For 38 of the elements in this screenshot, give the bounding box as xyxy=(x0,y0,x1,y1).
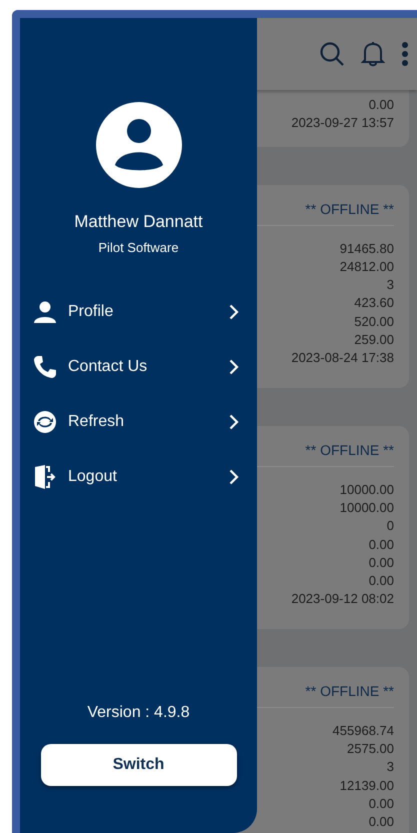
value-text: 12139.00 xyxy=(340,776,394,795)
more-icon[interactable] xyxy=(401,41,409,67)
value-text: 2575.00 xyxy=(347,740,394,758)
value-text: 2023-09-12 08:02 xyxy=(291,590,394,608)
value-text: 0.00 xyxy=(368,794,394,813)
value-text: 2023-09-27 13:57 xyxy=(291,114,394,132)
value-text: 3 xyxy=(386,758,394,776)
value-text: 0.00 xyxy=(368,572,394,590)
value-text: 3 xyxy=(386,276,394,294)
value-text: 10000.00 xyxy=(340,480,394,499)
company-name: Pilot Software xyxy=(98,240,179,255)
chevron-icon xyxy=(229,304,239,320)
value-text: 10000.00 xyxy=(340,498,394,517)
value-text: 2023-08-24 17:38 xyxy=(291,349,394,368)
version-text: Version : 4.9.8 xyxy=(87,704,190,722)
value-text: 423.60 xyxy=(354,294,394,312)
value-text: 91465.80 xyxy=(340,240,394,258)
value-text: 0 xyxy=(386,517,394,536)
person-icon xyxy=(33,301,57,323)
avatar-icon xyxy=(96,102,182,188)
chevron-icon xyxy=(229,469,239,485)
logout-icon xyxy=(34,465,56,489)
search-icon[interactable] xyxy=(319,41,345,67)
value-text: 0.00 xyxy=(368,96,394,114)
chevron-icon xyxy=(229,359,239,375)
value-text: 0.00 xyxy=(368,813,394,832)
refresh-icon xyxy=(33,410,57,434)
switch-button[interactable]: Switch xyxy=(40,744,236,786)
bell-icon[interactable] xyxy=(361,41,385,67)
value-text: 24812.00 xyxy=(340,258,394,276)
value-text: 0.00 xyxy=(368,554,394,572)
value-text: 0.00 xyxy=(368,536,394,554)
chevron-icon xyxy=(229,414,239,430)
value-text: 259.00 xyxy=(354,331,394,350)
value-text: 520.00 xyxy=(354,312,394,331)
user-name: Matthew Dannatt xyxy=(74,212,203,232)
value-text: 455968.74 xyxy=(332,722,394,740)
phone-icon xyxy=(33,355,57,379)
